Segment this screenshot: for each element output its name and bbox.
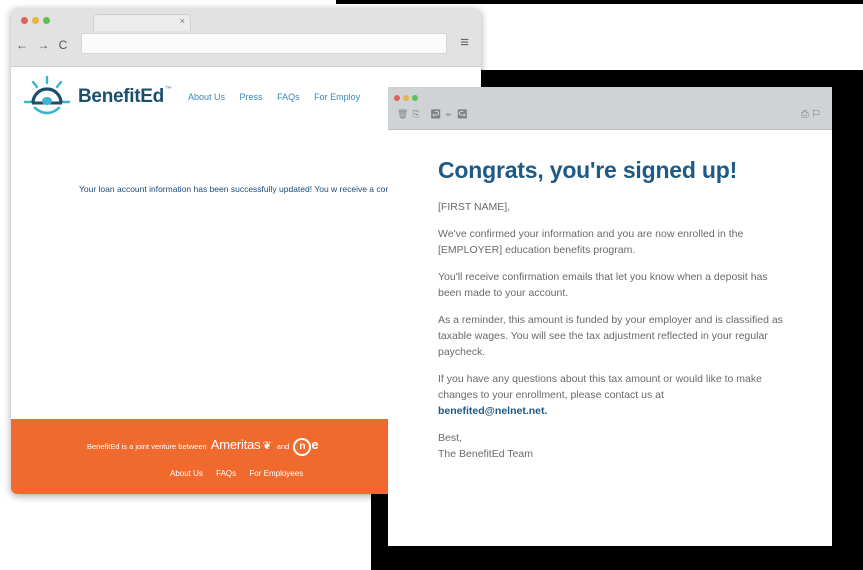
close-icon[interactable]: ×	[180, 16, 185, 26]
site-nav: About Us Press FAQs For Employ	[188, 92, 372, 102]
back-forward-reload-icons[interactable]: ← → C	[16, 38, 70, 52]
nelnet-logo-tail: e	[311, 437, 319, 452]
browser-tab[interactable]: ×	[93, 14, 191, 31]
email-actions: 🗑⎘ ↩↞↪	[397, 109, 472, 120]
email-body: Congrats, you're signed up! [FIRST NAME]…	[438, 157, 788, 473]
hamburger-menu-icon[interactable]: ≡	[460, 34, 469, 51]
maximize-window-button[interactable]	[43, 17, 50, 24]
print-icon[interactable]: ⎙	[801, 109, 813, 120]
logo-wordmark[interactable]: BenefitEd™	[78, 86, 172, 108]
email-paragraph-4: If you have any questions about this tax…	[438, 371, 788, 419]
footer-link-faqs[interactable]: FAQs	[216, 469, 236, 478]
browser-chrome: × ← → C ≡	[11, 8, 481, 67]
forward-icon[interactable]: ↪	[457, 109, 472, 119]
benefited-logo-icon	[23, 75, 71, 115]
contact-text: If you have any questions about this tax…	[438, 373, 762, 401]
footer-nav: About Us FAQs For Employees	[170, 469, 314, 478]
email-greeting: [FIRST NAME],	[438, 201, 511, 213]
trash-icon[interactable]: 🗑	[397, 109, 412, 119]
maximize-window-button[interactable]	[412, 95, 418, 101]
nav-link-about-us[interactable]: About Us	[188, 92, 225, 102]
url-bar[interactable]	[81, 33, 447, 54]
nav-link-faqs[interactable]: FAQs	[277, 92, 300, 102]
close-window-button[interactable]	[21, 17, 28, 24]
ameritas-bird-icon: ❦	[262, 440, 272, 452]
footer-link-about-us[interactable]: About Us	[170, 469, 203, 478]
archive-icon[interactable]: ⎘	[412, 109, 423, 119]
contact-email-link[interactable]: benefited@nelnet.net.	[438, 405, 547, 417]
black-top-strip	[336, 0, 863, 4]
nav-link-for-employers[interactable]: For Employ	[314, 92, 360, 102]
nelnet-logo: n	[293, 438, 312, 457]
email-paragraph-1: We've confirmed your information and you…	[438, 228, 744, 256]
email-toolbar: 🗑⎘ ↩↞↪ ⎙⚐	[388, 87, 832, 130]
close-window-button[interactable]	[394, 95, 400, 101]
and-text: and	[276, 442, 290, 451]
joint-venture-text: BenefitEd is a joint venture between	[87, 442, 207, 451]
email-window: 🗑⎘ ↩↞↪ ⎙⚐ Congrats, you're signed up! [F…	[388, 87, 832, 546]
trademark-symbol: ™	[164, 86, 172, 93]
nav-link-press[interactable]: Press	[240, 92, 263, 102]
minimize-window-button[interactable]	[403, 95, 409, 101]
email-signoff: Best, The BenefitEd Team	[438, 430, 788, 462]
signature-text: The BenefitEd Team	[438, 448, 533, 460]
ameritas-logo: Ameritas	[210, 437, 261, 452]
reply-icon[interactable]: ↩	[430, 109, 445, 119]
joint-venture-line: BenefitEd is a joint venture between Ame…	[87, 437, 319, 457]
footer-link-for-employees[interactable]: For Employees	[249, 469, 303, 478]
signoff-text: Best,	[438, 432, 462, 444]
reply-all-icon[interactable]: ↞	[446, 109, 457, 119]
logo-text: BenefitEd	[78, 86, 164, 107]
email-paragraph-2: You'll receive confirmation emails that …	[438, 271, 768, 299]
email-actions-right: ⎙⚐	[801, 109, 824, 120]
flag-icon[interactable]: ⚐	[813, 109, 824, 120]
email-paragraph-3: As a reminder, this amount is funded by …	[438, 314, 783, 358]
email-title: Congrats, you're signed up!	[438, 157, 738, 183]
minimize-window-button[interactable]	[32, 17, 39, 24]
